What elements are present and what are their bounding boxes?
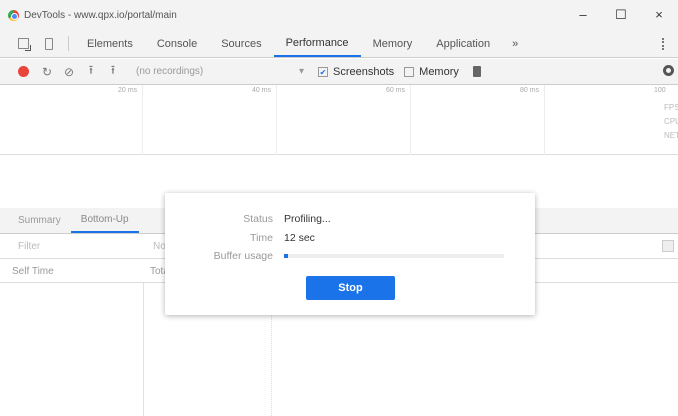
divider	[68, 36, 69, 51]
memory-checkbox[interactable]: Memory	[404, 66, 459, 78]
kebab-menu-icon[interactable]	[662, 38, 664, 50]
time-label: Time	[250, 232, 273, 244]
tab-performance[interactable]: Performance	[273, 30, 361, 57]
ruler-tick: 20 ms	[118, 87, 138, 94]
tab-summary[interactable]: Summary	[8, 208, 71, 233]
time-row: Time 12 sec	[165, 232, 535, 248]
chevron-down-icon: ▾	[298, 66, 304, 77]
window-controls: – ☐ ×	[564, 0, 678, 30]
buffer-usage-fill	[284, 254, 289, 258]
grid-line	[544, 85, 545, 155]
inspect-element-button[interactable]	[10, 30, 36, 57]
status-label: Status	[243, 213, 273, 225]
clear-button[interactable]: ⊘	[58, 65, 80, 79]
chrome-icon	[8, 9, 19, 21]
filter-input[interactable]: Filter	[18, 241, 40, 252]
memory-label: Memory	[419, 65, 459, 78]
reload-profile-button[interactable]: ↻	[36, 65, 58, 79]
inspect-icon	[17, 38, 31, 51]
grid-line	[142, 85, 143, 155]
maximize-button[interactable]: ☐	[602, 0, 640, 30]
net-label: NET	[664, 131, 678, 140]
ruler-tick: 60 ms	[386, 87, 406, 94]
buffer-usage-bar	[284, 254, 504, 258]
recording-select-value: (no recordings)	[136, 66, 204, 77]
recording-select[interactable]: (no recordings) ▾	[130, 63, 308, 81]
more-tabs-button[interactable]: »	[502, 30, 528, 57]
tab-memory[interactable]: Memory	[361, 30, 425, 57]
save-profile-button[interactable]: ⭱	[102, 61, 124, 82]
overview-track-labels: FPS CPU NET	[664, 89, 678, 143]
sidebar-toggle-icon[interactable]	[662, 240, 674, 252]
timeline-overview[interactable]: 20 ms 40 ms 60 ms 80 ms 100 FPS CPU NET	[0, 85, 678, 155]
stop-button[interactable]: Stop	[306, 276, 395, 300]
screenshots-label: Screenshots	[333, 65, 395, 78]
tab-sources[interactable]: Sources	[209, 30, 273, 57]
buffer-row: Buffer usage	[165, 250, 535, 266]
buffer-usage-label: Buffer usage	[213, 250, 273, 262]
grid-line	[410, 85, 411, 155]
profiling-status-dialog: Status Profiling... Time 12 sec Buffer u…	[165, 193, 535, 315]
device-toolbar-button[interactable]	[36, 30, 62, 57]
close-button[interactable]: ×	[640, 0, 678, 30]
window-title: DevTools - www.qpx.io/portal/main	[24, 9, 177, 21]
device-icon	[45, 37, 53, 50]
time-ruler: 20 ms 40 ms 60 ms 80 ms 100	[0, 85, 678, 97]
panel-tab-bar: Elements Console Sources Performance Mem…	[0, 30, 678, 58]
tab-console[interactable]: Console	[145, 30, 209, 57]
fps-label: FPS	[664, 103, 678, 112]
checkmark-icon: ✔	[318, 66, 328, 77]
column-self-time[interactable]: Self Time	[12, 266, 54, 277]
grid-line	[276, 85, 277, 155]
trash-icon[interactable]	[472, 66, 481, 77]
screenshots-checkbox[interactable]: ✔ Screenshots	[318, 66, 394, 78]
time-value: 12 sec	[284, 232, 315, 244]
record-button[interactable]	[18, 66, 29, 77]
status-row: Status Profiling...	[165, 213, 535, 229]
tab-application[interactable]: Application	[424, 30, 502, 57]
ruler-tick: 40 ms	[252, 87, 272, 94]
title-bar: DevTools - www.qpx.io/portal/main – ☐ ×	[0, 0, 678, 30]
load-profile-button[interactable]: ⭱	[80, 61, 102, 82]
status-value: Profiling...	[284, 213, 331, 225]
cpu-label: CPU	[664, 117, 678, 126]
gear-icon[interactable]	[663, 65, 674, 76]
ruler-tick: 80 ms	[520, 87, 540, 94]
tab-bottom-up[interactable]: Bottom-Up	[70, 208, 139, 233]
minimize-button[interactable]: –	[564, 0, 602, 30]
tab-elements[interactable]: Elements	[75, 30, 145, 57]
unchecked-box-icon	[404, 66, 415, 77]
performance-toolbar: ↻ ⊘ ⭱ ⭱ (no recordings) ▾ ✔ Screenshots …	[0, 59, 678, 85]
column-divider	[143, 283, 144, 416]
